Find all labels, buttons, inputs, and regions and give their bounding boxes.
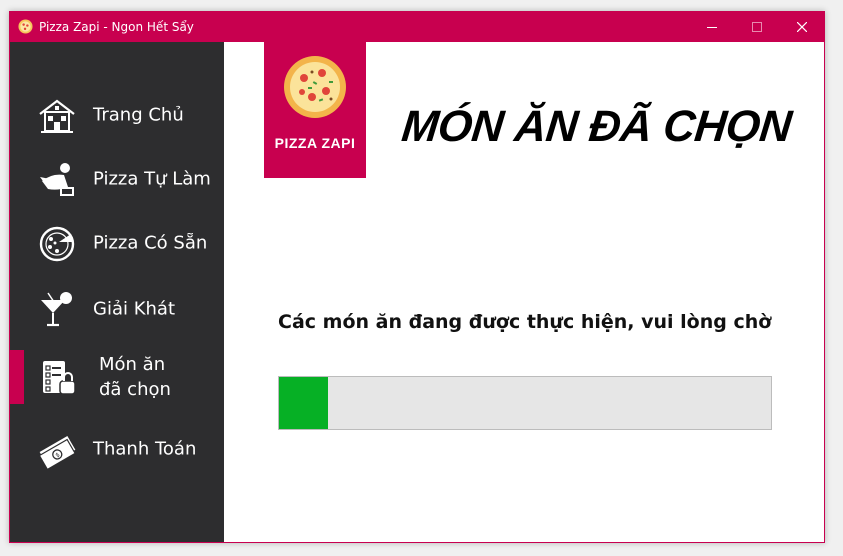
- minimize-button[interactable]: [689, 12, 734, 42]
- maximize-icon: [751, 22, 762, 32]
- sidebar-item-label: Pizza Có Sẵn: [93, 232, 208, 254]
- page-title: MÓN ĂN ĐÃ CHỌN: [399, 102, 794, 151]
- chef-icon: [40, 163, 74, 196]
- order-list-icon: [43, 361, 76, 395]
- window-title: Pizza Zapi - Ngon Hết Sẩy: [39, 20, 194, 34]
- maximize-button[interactable]: [734, 12, 779, 42]
- sidebar-item-label: Pizza Tự Làm: [93, 168, 211, 190]
- close-button[interactable]: [779, 12, 824, 42]
- sidebar-item-custom-pizza[interactable]: Pizza Tự Làm: [10, 152, 224, 206]
- sidebar-item-selected-dishes[interactable]: Món ăn đã chọn: [10, 350, 224, 404]
- pizza-icon: [39, 226, 75, 262]
- cocktail-icon: [41, 292, 72, 327]
- sidebar-item-label-line2: đã chọn: [99, 379, 171, 400]
- brand-logo: PIZZA ZAPI: [264, 42, 366, 178]
- sidebar-item-label: Giải Khát: [93, 298, 176, 320]
- close-icon: [796, 22, 807, 32]
- status-message: Các món ăn đang được thực hiện, vui lòng…: [278, 311, 772, 333]
- brand-name: PIZZA ZAPI: [274, 135, 356, 151]
- app-window: Pizza Zapi - Ngon Hết Sẩy Trang Chủ Pizz…: [9, 11, 825, 543]
- sidebar-item-drinks[interactable]: Giải Khát: [10, 282, 224, 336]
- sidebar: Trang Chủ Pizza Tự Làm Pizza Có Sẵn Giải…: [10, 42, 224, 542]
- sidebar-item-label-line1: Món ăn: [99, 354, 166, 375]
- house-icon: [39, 99, 75, 133]
- pizza-logo-icon: [284, 56, 346, 118]
- title-bar[interactable]: Pizza Zapi - Ngon Hết Sẩy: [10, 12, 824, 42]
- sidebar-item-home[interactable]: Trang Chủ: [10, 88, 224, 142]
- order-progress-bar: [278, 376, 772, 430]
- sidebar-item-payment[interactable]: $ Thanh Toán: [10, 422, 224, 476]
- minimize-icon: [706, 27, 717, 28]
- money-icon: $: [38, 435, 76, 469]
- active-indicator: [10, 350, 24, 404]
- sidebar-item-label: Thanh Toán: [93, 438, 197, 460]
- progress-fill: [279, 377, 329, 429]
- pizza-app-icon: [18, 19, 33, 34]
- sidebar-item-label: Món ăn đã chọn: [99, 352, 209, 402]
- sidebar-item-label: Trang Chủ: [93, 104, 184, 126]
- sidebar-item-ready-pizza[interactable]: Pizza Có Sẵn: [10, 216, 224, 270]
